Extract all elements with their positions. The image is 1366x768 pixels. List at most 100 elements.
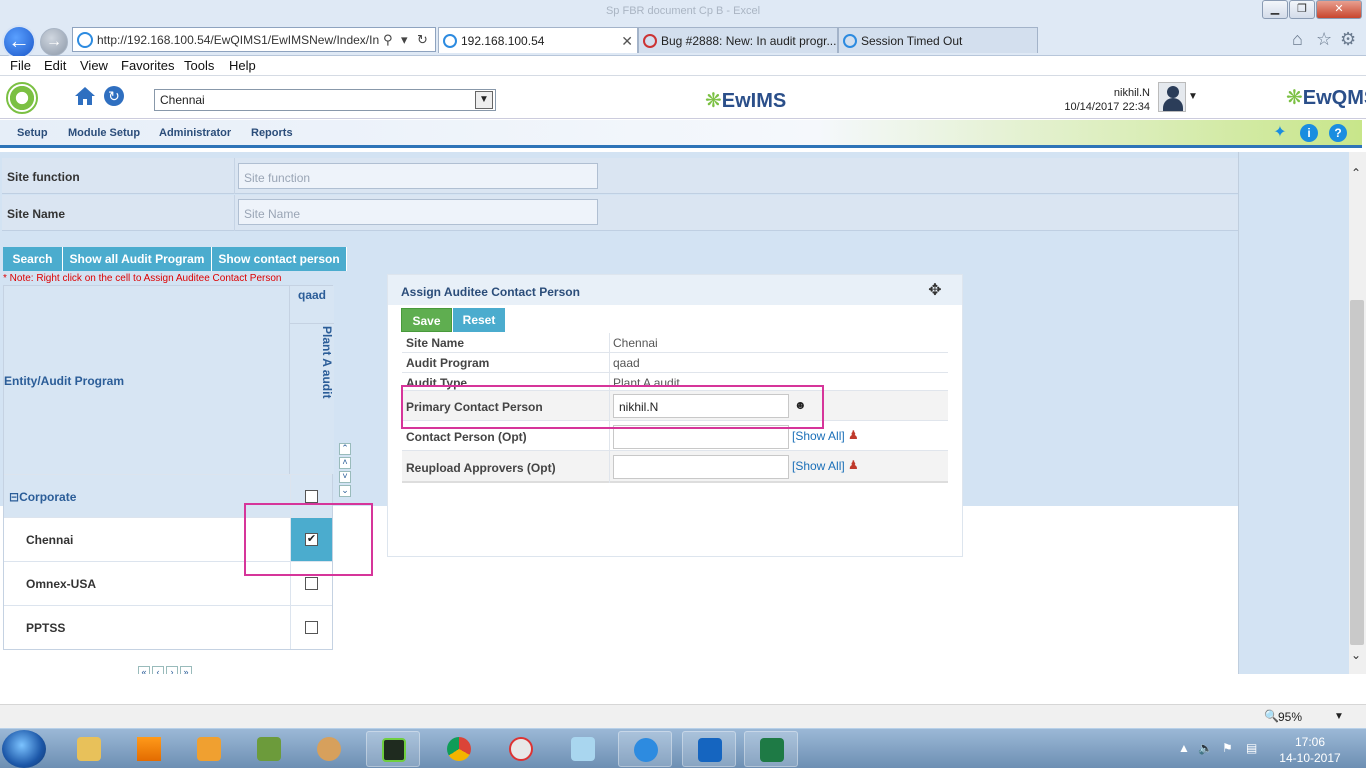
tab-label: 192.168.100.54 [461, 34, 545, 48]
help-icon[interactable]: ? [1329, 124, 1347, 142]
scroll-up-icon[interactable]: ˄ [339, 457, 351, 469]
search-button[interactable]: Search [3, 247, 63, 271]
checkbox[interactable] [305, 621, 318, 634]
reset-button[interactable]: Reset [453, 308, 505, 332]
volume-icon[interactable]: 🔈 [1198, 741, 1213, 755]
site-dropdown[interactable]: Chennai ▼ [154, 89, 496, 111]
zoom-icon[interactable]: 🔍 [1264, 709, 1279, 723]
tab-label: Session Timed Out [861, 34, 963, 48]
favorites-star-icon[interactable]: ☆ [1316, 29, 1332, 50]
tab-bug-2888[interactable]: Bug #2888: New: In audit progr... [638, 27, 838, 53]
scroll-down-icon[interactable]: ˅ [339, 471, 351, 483]
show-contact-person-button[interactable]: Show contact person [212, 247, 347, 271]
excel-taskbar-button[interactable] [744, 731, 798, 767]
greenshot-taskbar-button[interactable] [366, 731, 420, 767]
menu-view[interactable]: View [80, 58, 108, 73]
page-scrollbar[interactable]: ⌃ ⌄ [1349, 152, 1366, 674]
zoom-level[interactable]: 95% [1278, 710, 1302, 724]
chart-taskbar-button[interactable] [242, 731, 296, 767]
outlook-taskbar-button[interactable] [682, 731, 736, 767]
people-icon[interactable]: ♟ [848, 458, 859, 472]
media-taskbar-button[interactable] [182, 731, 236, 767]
network-icon[interactable]: ▤ [1246, 741, 1257, 755]
action-center-icon[interactable]: ⚑ [1222, 741, 1233, 755]
url-text[interactable]: http://192.168.100.54/EwQIMS1/EwIMSNew/I… [97, 33, 379, 47]
site-name-label: Site Name [7, 207, 66, 221]
show-hidden-icons[interactable]: ▲ [1178, 741, 1190, 755]
snipping-taskbar-button[interactable] [494, 731, 548, 767]
forward-button[interactable]: → [40, 28, 68, 56]
note-text: * Note: Right click on the cell to Assig… [3, 273, 282, 284]
checkbox[interactable] [305, 490, 318, 503]
move-icon[interactable]: ✥ [926, 282, 944, 300]
vlc-taskbar-button[interactable] [122, 731, 176, 767]
home-icon[interactable] [74, 86, 96, 106]
nav-reports[interactable]: Reports [251, 127, 293, 139]
nav-module-setup[interactable]: Module Setup [68, 127, 140, 139]
chevron-down-icon[interactable]: ▼ [475, 91, 493, 109]
table-row: PPTSS [4, 605, 332, 649]
nav-setup[interactable]: Setup [17, 127, 48, 139]
tab-session-timed-out[interactable]: Session Timed Out [838, 27, 1038, 53]
site-function-input[interactable]: Site function [238, 163, 598, 189]
assign-cell[interactable] [290, 606, 332, 649]
right-panel [1238, 152, 1349, 677]
site-name-input[interactable]: Site Name [238, 199, 598, 225]
menu-file[interactable]: File [10, 58, 31, 73]
menu-help[interactable]: Help [229, 58, 256, 73]
dialog-title-bar[interactable]: Assign Auditee Contact Person [388, 275, 962, 305]
maximize-button[interactable]: ❐ [1289, 0, 1315, 19]
detail-value: qaad [613, 356, 640, 370]
menu-favorites[interactable]: Favorites [121, 58, 174, 73]
home-icon[interactable]: ⌂ [1292, 29, 1303, 50]
dropdown-arrow-icon[interactable]: ▾ [401, 32, 408, 48]
vlc-icon [137, 737, 161, 761]
detail-value: Chennai [613, 336, 658, 350]
address-bar[interactable]: http://192.168.100.54/EwQIMS1/EwIMSNew/I… [72, 27, 436, 52]
refresh-icon[interactable]: ↻ [417, 32, 428, 48]
greenshot-icon [382, 738, 406, 762]
menu-tools[interactable]: Tools [184, 58, 214, 73]
show-all-audit-program-button[interactable]: Show all Audit Program [63, 247, 212, 271]
pin-icon[interactable]: ✦ [1271, 124, 1289, 142]
save-button[interactable]: Save [401, 308, 452, 332]
reupload-approvers-input[interactable] [613, 455, 789, 479]
scrollbar-thumb[interactable] [1350, 300, 1364, 645]
chevron-down-icon[interactable]: ⌄ [1351, 648, 1361, 662]
show-all-link[interactable]: [Show All] [792, 459, 845, 473]
tab-192-168-100-54[interactable]: 192.168.100.54 ✕ [438, 27, 638, 53]
refresh-icon[interactable]: ↻ [104, 86, 124, 106]
checkbox[interactable] [305, 577, 318, 590]
close-window-button[interactable]: ✕ [1316, 0, 1362, 19]
scroll-top-icon[interactable]: ⌃ [339, 443, 351, 455]
clock-time[interactable]: 17:06 [1280, 735, 1340, 749]
scroll-bottom-icon[interactable]: ⌄ [339, 485, 351, 497]
notes-taskbar-button[interactable] [556, 731, 610, 767]
ie-page-icon [77, 32, 93, 48]
paint-taskbar-button[interactable] [302, 731, 356, 767]
menu-edit[interactable]: Edit [44, 58, 66, 73]
nav-administrator[interactable]: Administrator [159, 127, 231, 139]
close-tab-icon[interactable]: ✕ [621, 33, 633, 50]
avatar[interactable] [1158, 82, 1186, 112]
info-icon[interactable]: i [1300, 124, 1318, 142]
gear-icon[interactable]: ⚙ [1340, 29, 1356, 50]
chrome-taskbar-button[interactable] [432, 731, 486, 767]
internet-explorer-icon [634, 738, 658, 762]
chevron-down-icon[interactable]: ▼ [1334, 711, 1344, 722]
people-icon[interactable]: ♟ [848, 428, 859, 442]
window-title-bar: Sp FBR document Cp B - Excel ▁ ❐ ✕ [0, 0, 1366, 24]
chevron-down-icon[interactable]: ▼ [1188, 91, 1198, 102]
start-button[interactable] [2, 730, 46, 768]
group-label[interactable]: ⊟Corporate [9, 490, 76, 504]
minimize-button[interactable]: ▁ [1262, 0, 1288, 19]
clock-date[interactable]: 14-10-2017 [1276, 751, 1344, 765]
show-all-link[interactable]: [Show All] [792, 429, 845, 443]
status-bar: 🔍 95% ▼ [0, 704, 1366, 728]
explorer-taskbar-button[interactable] [62, 731, 116, 767]
site-name-row: Site Name Site Name [2, 195, 1238, 231]
chevron-up-icon[interactable]: ⌃ [1351, 166, 1361, 180]
back-button[interactable]: ← [2, 25, 36, 59]
search-icon[interactable]: ⚲ [383, 32, 393, 48]
ie-taskbar-button[interactable] [618, 731, 672, 767]
